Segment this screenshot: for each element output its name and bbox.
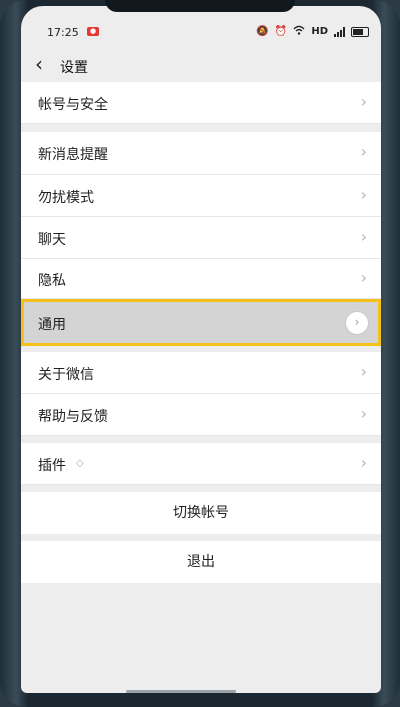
logout-button[interactable]: 退出: [21, 541, 381, 583]
chevron-right-icon: ›: [345, 311, 369, 335]
page-title: 设置: [60, 60, 88, 76]
settings-item-plugins[interactable]: 插件 ◇ ›: [21, 443, 381, 485]
clock-icon: ⏰: [274, 26, 288, 37]
chevron-right-icon: ›: [360, 268, 367, 287]
wifi-icon: [293, 25, 305, 38]
screen: 17:25 ● 🔕 ⏰ HD ‹ 设置 帐号与安全 › 新消息提醒 › 勿扰模式…: [21, 6, 381, 693]
settings-item-label: 勿扰模式: [38, 190, 94, 206]
status-bar: 17:25 ● 🔕 ⏰ HD: [21, 6, 381, 46]
settings-item-chat[interactable]: 聊天 ›: [21, 217, 381, 259]
chevron-right-icon: ›: [360, 227, 367, 246]
settings-item-label: 关于微信: [38, 367, 94, 383]
phone-frame: 17:25 ● 🔕 ⏰ HD ‹ 设置 帐号与安全 › 新消息提醒 › 勿扰模式…: [0, 0, 400, 707]
switch-account-button[interactable]: 切换帐号: [21, 492, 381, 534]
settings-item-do-not-disturb[interactable]: 勿扰模式 ›: [21, 175, 381, 217]
chevron-right-icon: ›: [360, 362, 367, 381]
settings-item-label: 聊天: [38, 232, 66, 248]
settings-item-new-message[interactable]: 新消息提醒 ›: [21, 132, 381, 175]
settings-item-label: 帮助与反馈: [38, 409, 108, 425]
chevron-right-icon: ›: [360, 404, 367, 423]
settings-item-about[interactable]: 关于微信 ›: [21, 352, 381, 394]
plugin-icon: ◇: [76, 458, 84, 469]
record-icon: ●: [87, 27, 99, 36]
signal-icon: [334, 26, 345, 37]
home-indicator[interactable]: [126, 690, 236, 693]
chevron-right-icon: ›: [360, 142, 367, 161]
nav-header: ‹ 设置: [21, 46, 381, 82]
notch: [105, 0, 295, 12]
chevron-right-icon: ›: [360, 453, 367, 472]
settings-item-account-security[interactable]: 帐号与安全 ›: [21, 82, 381, 124]
chevron-right-icon: ›: [360, 92, 367, 111]
settings-item-general[interactable]: 通用 ›: [21, 299, 381, 346]
battery-icon: [351, 26, 369, 37]
status-icons: 🔕 ⏰ HD: [256, 25, 369, 38]
settings-item-label: 通用: [38, 317, 66, 333]
status-time: 17:25: [47, 26, 79, 39]
chevron-left-icon[interactable]: ‹: [35, 52, 43, 76]
chevron-right-icon: ›: [360, 185, 367, 204]
settings-item-label: 插件: [38, 458, 66, 474]
alarm-icon: 🔕: [256, 26, 269, 37]
settings-item-label: 帐号与安全: [38, 97, 108, 113]
network-label: HD: [311, 26, 328, 37]
settings-item-label: 隐私: [38, 273, 66, 289]
settings-item-help-feedback[interactable]: 帮助与反馈 ›: [21, 394, 381, 436]
settings-item-label: 新消息提醒: [38, 147, 108, 163]
settings-item-privacy[interactable]: 隐私 ›: [21, 259, 381, 299]
